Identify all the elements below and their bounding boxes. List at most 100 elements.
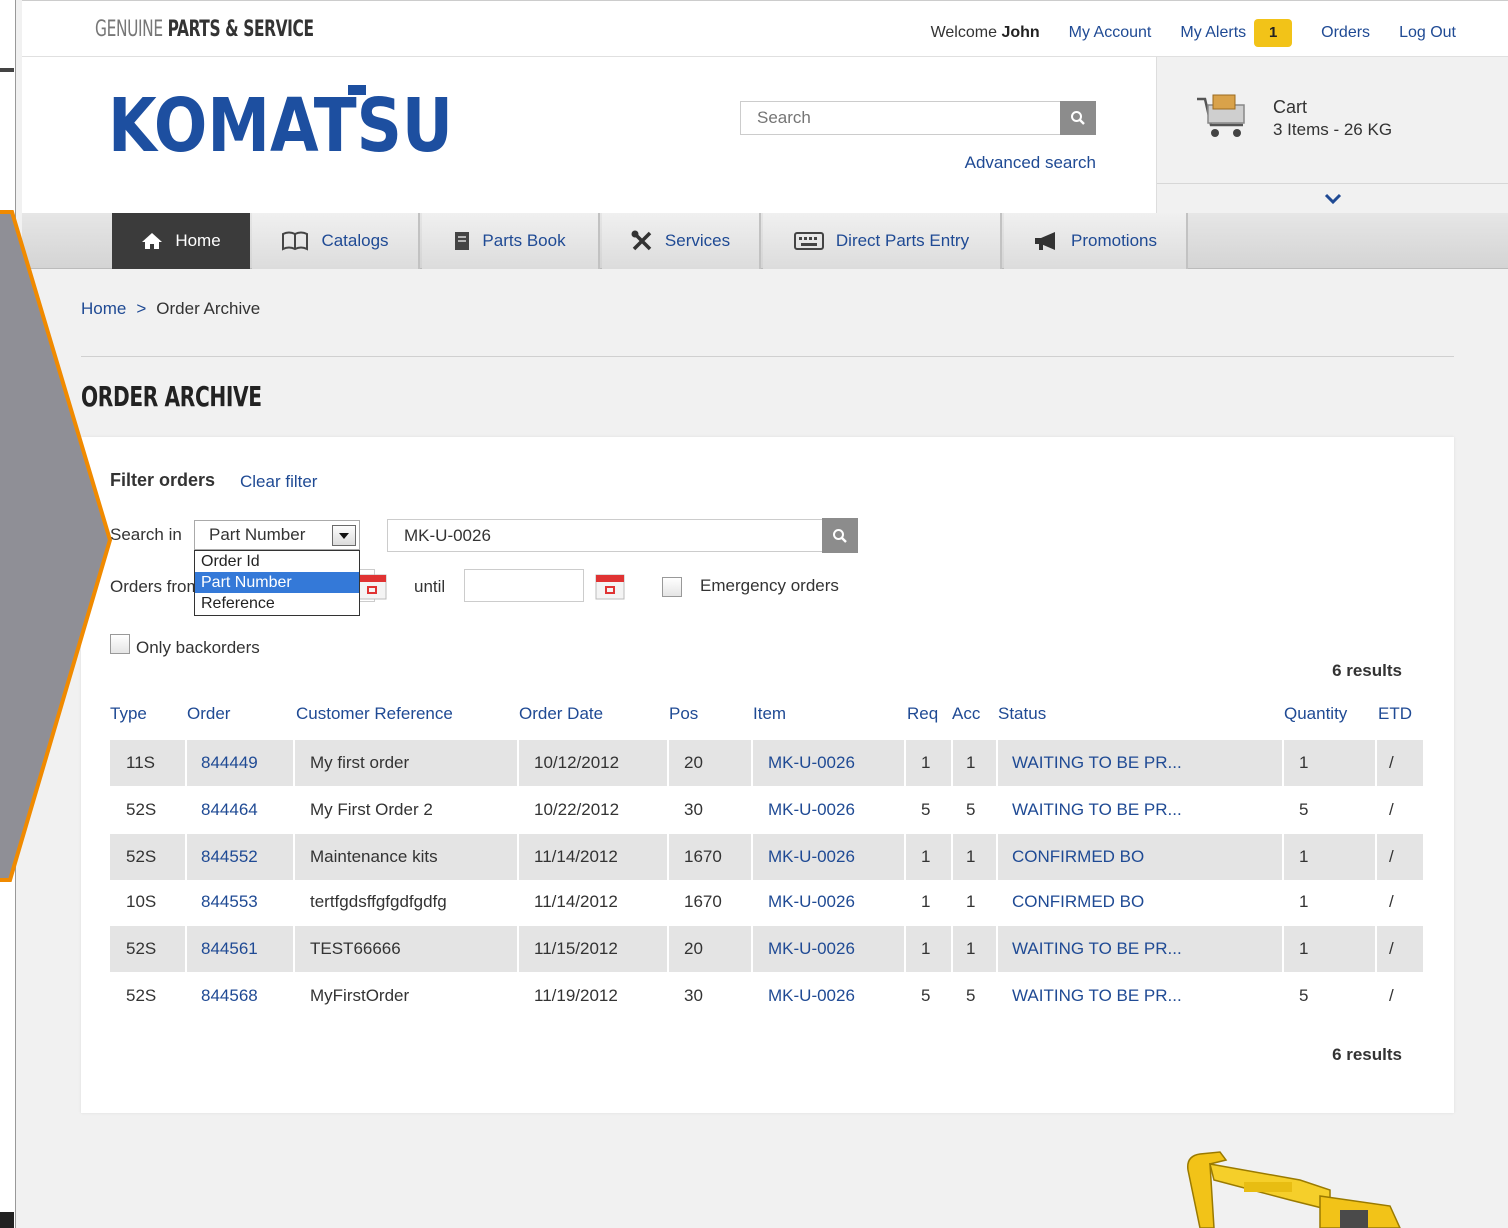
- nav-home[interactable]: Home: [112, 213, 250, 269]
- cell-type: 52S: [126, 986, 157, 1005]
- cell-divider: [667, 740, 669, 786]
- emergency-orders-label: Emergency orders: [700, 576, 839, 595]
- nav-promotions[interactable]: Promotions: [1004, 213, 1188, 269]
- emergency-orders-checkbox[interactable]: [662, 577, 682, 597]
- column-header-acc[interactable]: Acc: [952, 704, 980, 724]
- cart-expand-toggle[interactable]: [1157, 183, 1508, 213]
- dropdown-option-reference[interactable]: Reference: [195, 593, 359, 614]
- order-number-link[interactable]: 844552: [201, 834, 258, 880]
- cell-req: 1: [921, 939, 931, 958]
- item-link[interactable]: MK-U-0026: [768, 740, 855, 786]
- column-header-etd[interactable]: ETD: [1378, 704, 1412, 724]
- column-header-quantity[interactable]: Quantity: [1284, 704, 1347, 724]
- order-number-link[interactable]: 844464: [201, 787, 258, 833]
- cell-pos: 30: [684, 986, 703, 1005]
- nav-services[interactable]: Services: [602, 213, 761, 269]
- dropdown-option-order-id[interactable]: Order Id: [195, 551, 359, 572]
- column-header-customer-reference[interactable]: Customer Reference: [296, 704, 453, 724]
- breadcrumb: Home > Order Archive: [81, 299, 260, 319]
- cell-divider: [904, 834, 906, 880]
- top-bar: GENUINE PARTS & SERVICE Welcome John My …: [22, 0, 1508, 57]
- column-header-order-date[interactable]: Order Date: [519, 704, 603, 724]
- filter-title: Filter orders: [110, 470, 216, 490]
- orders-link[interactable]: Orders: [1321, 24, 1370, 42]
- cell-qty: 5: [1299, 800, 1309, 819]
- column-header-type[interactable]: Type: [110, 704, 147, 724]
- cell-pos: 20: [684, 939, 703, 958]
- cell-divider: [293, 926, 295, 972]
- order-number-link[interactable]: 844449: [201, 740, 258, 786]
- order-number-link[interactable]: 844553: [201, 879, 258, 925]
- cell-date: 10/12/2012: [534, 753, 620, 772]
- item-link[interactable]: MK-U-0026: [768, 926, 855, 972]
- search-term-field: [387, 519, 823, 552]
- account-links: Welcome John My Account My Alerts 1 Order…: [931, 19, 1456, 47]
- order-number-link[interactable]: 844568: [201, 973, 258, 1019]
- komatsu-logo[interactable]: KOMATSU: [108, 83, 453, 169]
- calendar-icon[interactable]: [355, 570, 389, 602]
- my-alerts-link[interactable]: My Alerts 1: [1180, 19, 1293, 47]
- cell-divider: [1375, 834, 1377, 880]
- item-link[interactable]: MK-U-0026: [768, 787, 855, 833]
- search-input[interactable]: [741, 102, 1061, 134]
- cell-type: 52S: [126, 800, 157, 819]
- cart-icon: [1197, 94, 1245, 137]
- date-until-input[interactable]: [464, 569, 584, 602]
- left-window-edge: [0, 0, 16, 1228]
- filter-search-button[interactable]: [822, 518, 858, 553]
- column-header-status[interactable]: Status: [998, 704, 1046, 724]
- nav-parts-book[interactable]: Parts Book: [422, 213, 600, 269]
- breadcrumb-home-link[interactable]: Home: [81, 299, 126, 318]
- clear-filter-link[interactable]: Clear filter: [240, 472, 317, 492]
- tools-icon: [631, 230, 653, 252]
- header-search: [740, 101, 1096, 135]
- column-header-item[interactable]: Item: [753, 704, 786, 724]
- table-row[interactable]: 52S 844552 Maintenance kits 11/14/2012 1670 M…: [110, 834, 1423, 880]
- order-number-link[interactable]: 844561: [201, 926, 258, 972]
- status-link[interactable]: CONFIRMED BO: [1012, 834, 1144, 880]
- status-link[interactable]: WAITING TO BE PR...: [1012, 787, 1182, 833]
- item-link[interactable]: MK-U-0026: [768, 973, 855, 1019]
- cell-qty: 1: [1299, 939, 1309, 958]
- table-row[interactable]: 52S 844568 MyFirstOrder 11/19/2012 30 MK-U-00…: [110, 973, 1423, 1019]
- dropdown-arrow-icon[interactable]: [332, 525, 356, 546]
- table-row[interactable]: 52S 844464 My First Order 2 10/22/2012 30 MK-…: [110, 787, 1423, 833]
- status-link[interactable]: WAITING TO BE PR...: [1012, 973, 1182, 1019]
- column-header-order[interactable]: Order: [187, 704, 230, 724]
- cart-widget[interactable]: Cart 3 Items - 26 KG: [1156, 57, 1508, 213]
- status-link[interactable]: CONFIRMED BO: [1012, 879, 1144, 925]
- search-term-input[interactable]: [388, 520, 808, 551]
- chevron-down-icon: [1324, 193, 1342, 204]
- only-backorders-label: Only backorders: [136, 638, 260, 657]
- cart-summary: 3 Items - 26 KG: [1273, 120, 1393, 139]
- log-out-link[interactable]: Log Out: [1399, 24, 1456, 42]
- table-row[interactable]: 11S 844449 My first order 10/12/2012 20 MK-U-…: [110, 740, 1423, 786]
- table-row[interactable]: 52S 844561 TEST66666 11/15/2012 20 MK-U-0026 1…: [110, 926, 1423, 972]
- cell-type: 52S: [126, 939, 157, 958]
- table-row[interactable]: 10S 844553 tertfgdsffgfgdfgdfg 11/14/2012 16…: [110, 879, 1423, 925]
- calendar-icon[interactable]: [593, 570, 627, 602]
- item-link[interactable]: MK-U-0026: [768, 834, 855, 880]
- item-link[interactable]: MK-U-0026: [768, 879, 855, 925]
- nav-direct-parts-entry[interactable]: Direct Parts Entry: [763, 213, 1002, 269]
- search-button[interactable]: [1060, 101, 1096, 135]
- nav-catalogs[interactable]: Catalogs: [252, 213, 420, 269]
- status-link[interactable]: WAITING TO BE PR...: [1012, 926, 1182, 972]
- cell-divider: [904, 926, 906, 972]
- column-header-req[interactable]: Req: [907, 704, 938, 724]
- cell-divider: [1282, 834, 1284, 880]
- cell-divider: [951, 926, 953, 972]
- status-link[interactable]: WAITING TO BE PR...: [1012, 740, 1182, 786]
- search-in-select[interactable]: Part Number: [194, 520, 360, 550]
- cart-title: Cart: [1273, 97, 1308, 117]
- cell-etd: /: [1389, 753, 1394, 772]
- column-header-pos[interactable]: Pos: [669, 704, 698, 724]
- only-backorders-checkbox[interactable]: [110, 634, 130, 654]
- cell-pos: 30: [684, 800, 703, 819]
- my-account-link[interactable]: My Account: [1069, 24, 1152, 42]
- cell-pos: 1670: [684, 892, 722, 911]
- cell-req: 1: [921, 847, 931, 866]
- advanced-search-link[interactable]: Advanced search: [965, 153, 1096, 173]
- until-label: until: [414, 577, 446, 596]
- dropdown-option-part-number[interactable]: Part Number: [195, 572, 359, 593]
